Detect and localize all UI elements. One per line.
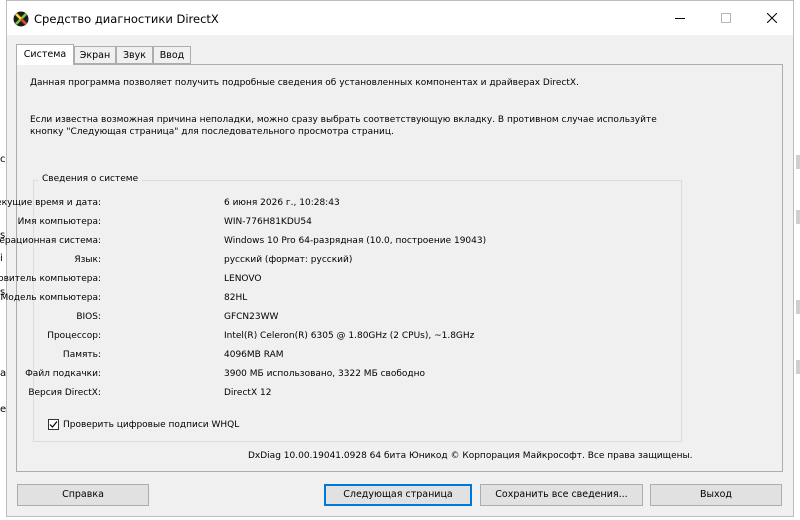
info-value: Intel(R) Celeron(R) 6305 @ 1.80GHz (2 CP… xyxy=(224,331,475,341)
info-value: LENOVO xyxy=(224,274,262,284)
info-label: Процессор: xyxy=(47,331,101,341)
tab-system[interactable]: Система xyxy=(16,44,74,65)
system-info-group: Текущие время и дата: 6 июня 2026 г., 10… xyxy=(0,180,682,442)
whql-checkbox[interactable] xyxy=(48,419,59,430)
info-value: русский (формат: русский) xyxy=(224,255,353,265)
checkmark-icon xyxy=(49,421,58,428)
info-value: 82HL xyxy=(224,293,248,303)
info-row: Память: 4096MB RAM xyxy=(34,350,681,364)
minimize-button[interactable] xyxy=(657,1,703,35)
info-row: Файл подкачки: 3900 МБ использовано, 332… xyxy=(25,369,681,383)
info-row: Язык: русский (формат: русский) xyxy=(34,255,681,269)
info-row: BIOS: GFCN23WW xyxy=(34,312,681,326)
info-label: Язык: xyxy=(74,255,101,265)
dxdiag-window: Средство диагностики DirectX Система Экр… xyxy=(0,0,794,517)
maximize-icon xyxy=(721,13,731,23)
maximize-button[interactable] xyxy=(703,1,749,35)
hint-text-line1: Если известна возможная причина неполадк… xyxy=(30,115,657,125)
tab-input[interactable]: Ввод xyxy=(153,46,191,64)
info-label: Операционная система: xyxy=(0,236,101,246)
tab-panel-system: Данная программа позволяет получить подр… xyxy=(0,64,783,472)
info-value: WIN-776H81KDU54 xyxy=(224,217,312,227)
intro-text: Данная программа позволяет получить подр… xyxy=(30,78,579,88)
version-copyright-text: DxDiag 10.00.19041.0928 64 бита Юникод ©… xyxy=(248,451,693,461)
info-label: Память: xyxy=(62,350,101,360)
window-title: Средство диагностики DirectX xyxy=(34,12,219,26)
info-value: 6 июня 2026 г., 10:28:43 xyxy=(224,198,340,208)
exit-button[interactable]: Выход xyxy=(650,484,782,506)
directx-icon xyxy=(13,11,29,27)
info-row: Операционная система: Windows 10 Pro 64-… xyxy=(0,236,681,250)
info-row: Версия DirectX: DirectX 12 xyxy=(28,388,681,402)
close-button[interactable] xyxy=(749,1,795,35)
background-scroll-mark xyxy=(796,360,800,374)
hint-text-line2: кнопку "Следующая страница" для последов… xyxy=(30,127,394,137)
info-label: Модель компьютера: xyxy=(0,293,102,303)
info-row: Процессор: Intel(R) Celeron(R) 6305 @ 1.… xyxy=(34,331,681,345)
info-label: Версия DirectX: xyxy=(28,388,101,398)
whql-checkbox-label[interactable]: Проверить цифровые подписи WHQL xyxy=(63,420,239,430)
info-value: 4096MB RAM xyxy=(224,350,284,360)
title-bar[interactable]: Средство диагностики DirectX xyxy=(7,1,793,35)
info-label: Текущие время и дата: xyxy=(0,198,101,208)
minimize-icon xyxy=(675,18,685,19)
help-button[interactable]: Справка xyxy=(17,484,149,506)
system-info-group-title: Сведения о системе xyxy=(38,174,143,184)
info-value: GFCN23WW xyxy=(224,312,279,322)
tab-sound[interactable]: Звук xyxy=(116,46,153,64)
tab-display[interactable]: Экран xyxy=(74,46,116,64)
info-value: Windows 10 Pro 64-разрядная (10.0, постр… xyxy=(224,236,487,246)
background-scroll-mark xyxy=(796,300,800,314)
info-row: Изготовитель компьютера: LENOVO xyxy=(0,274,681,288)
info-value: 3900 МБ использовано, 3322 МБ свободно xyxy=(224,369,426,379)
next-page-button[interactable]: Следующая страница xyxy=(324,484,472,506)
info-label: Изготовитель компьютера: xyxy=(0,274,101,284)
info-label: BIOS: xyxy=(76,312,101,322)
background-scroll-mark xyxy=(796,155,800,169)
info-row: Модель компьютера: 82HL xyxy=(1,293,681,307)
info-label: Имя компьютера: xyxy=(17,217,101,227)
close-icon xyxy=(767,13,777,23)
info-label: Файл подкачки: xyxy=(25,369,101,379)
info-value: DirectX 12 xyxy=(224,388,272,398)
info-row: Имя компьютера: WIN-776H81KDU54 xyxy=(18,217,681,231)
save-all-info-button[interactable]: Сохранить все сведения... xyxy=(480,484,643,506)
background-scroll-mark xyxy=(796,210,800,224)
info-row: Текущие время и дата: 6 июня 2026 г., 10… xyxy=(0,198,681,212)
